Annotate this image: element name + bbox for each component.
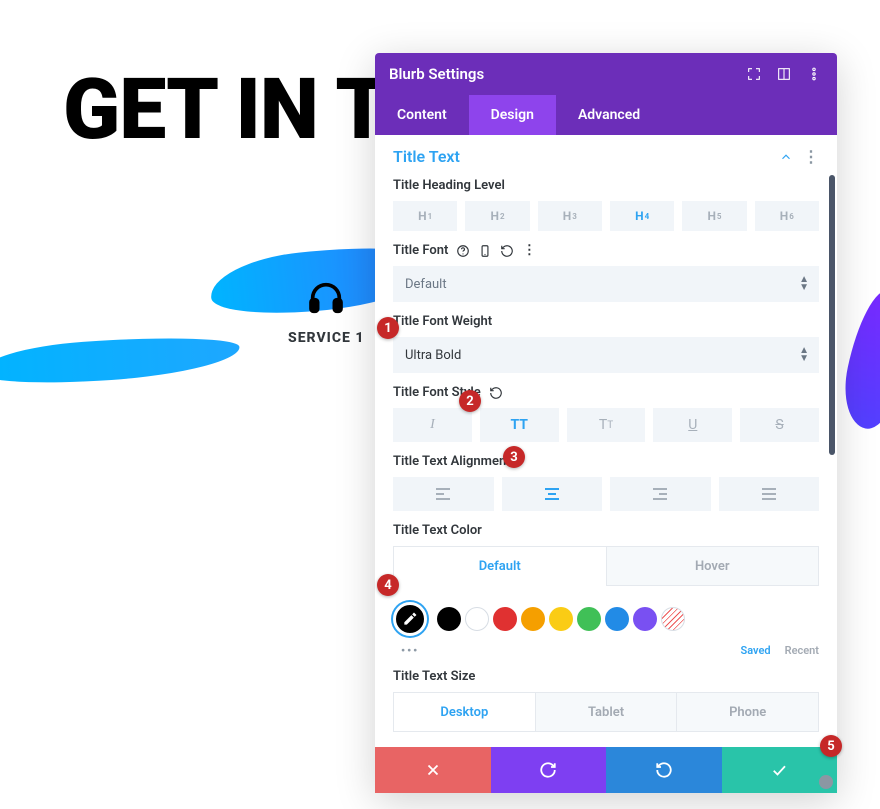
alignment-row [393, 477, 819, 511]
size-tab-desktop[interactable]: Desktop [393, 692, 536, 732]
reset-icon[interactable] [500, 244, 514, 258]
eyedropper-button[interactable] [393, 602, 427, 636]
annotation-3: 3 [503, 446, 525, 468]
uppercase-button[interactable]: TT [480, 408, 559, 442]
panel-title: Blurb Settings [389, 65, 484, 83]
italic-button[interactable]: I [393, 408, 472, 442]
size-device-tabs: Desktop Tablet Phone [393, 692, 819, 732]
size-label: Title Text Size [393, 669, 819, 684]
panel-footer [375, 747, 837, 793]
main-tabs: Content Design Advanced [375, 95, 837, 135]
blurb-title: SERVICE 1 [288, 330, 364, 346]
scrollbar[interactable] [829, 175, 835, 455]
tab-advanced[interactable]: Advanced [556, 95, 662, 135]
annotation-1: 1 [377, 317, 399, 339]
more-icon[interactable]: ⋮ [522, 244, 536, 258]
color-state-tabs: Default Hover [393, 546, 819, 586]
headphones-icon [306, 278, 346, 318]
section-title[interactable]: Title Text ⋮ [393, 147, 819, 166]
font-style-row: I TT TT U S [393, 408, 819, 442]
color-tab-default[interactable]: Default [393, 546, 606, 586]
sort-icon: ▲▼ [799, 276, 809, 292]
font-weight-label: Title Font Weight [393, 314, 819, 329]
font-label-text: Title Font [393, 243, 448, 258]
columns-icon[interactable] [775, 65, 793, 83]
decorative-wave [0, 331, 241, 389]
help-icon[interactable] [456, 244, 470, 258]
heading-h2[interactable]: H2 [465, 201, 529, 231]
strikethrough-button[interactable]: S [740, 408, 819, 442]
color-swatches [393, 602, 819, 636]
panel-body: Title Text ⋮ Title Heading Level H1 H2 H… [375, 135, 837, 747]
reset-icon[interactable] [489, 386, 503, 400]
saved-tab[interactable]: Saved [740, 644, 770, 657]
color-tab-hover[interactable]: Hover [606, 546, 820, 586]
align-center-button[interactable] [502, 477, 603, 511]
swatch-yellow[interactable] [549, 607, 573, 631]
resize-handle[interactable] [819, 775, 833, 789]
align-right-button[interactable] [610, 477, 711, 511]
size-tab-phone[interactable]: Phone [677, 692, 819, 732]
smallcaps-button[interactable]: TT [567, 408, 646, 442]
decorative-wave [836, 285, 880, 434]
align-left-button[interactable] [393, 477, 494, 511]
tab-design[interactable]: Design [469, 95, 556, 135]
font-weight-value: Ultra Bold [405, 348, 461, 363]
blurb-preview: SERVICE 1 [288, 278, 364, 354]
panel-header[interactable]: Blurb Settings [375, 53, 837, 95]
swatch-black[interactable] [437, 607, 461, 631]
swatch-orange[interactable] [521, 607, 545, 631]
align-justify-button[interactable] [719, 477, 820, 511]
tab-content[interactable]: Content [375, 95, 469, 135]
more-swatches-button[interactable]: ••• [401, 644, 419, 657]
annotation-4: 4 [377, 574, 399, 596]
undo-button[interactable] [491, 747, 607, 793]
swatch-red[interactable] [493, 607, 517, 631]
cancel-button[interactable] [375, 747, 491, 793]
heading-level-label: Title Heading Level [393, 178, 819, 193]
heading-h6[interactable]: H6 [755, 201, 819, 231]
font-weight-select[interactable]: Ultra Bold ▲▼ [393, 337, 819, 373]
heading-level-row: H1 H2 H3 H4 H5 H6 [393, 201, 819, 231]
heading-h1[interactable]: H1 [393, 201, 457, 231]
swatch-none[interactable] [661, 607, 685, 631]
size-tab-tablet[interactable]: Tablet [536, 692, 678, 732]
font-label: Title Font ⋮ [393, 243, 819, 258]
redo-button[interactable] [606, 747, 722, 793]
swatch-green[interactable] [577, 607, 601, 631]
annotation-2: 2 [459, 390, 481, 412]
swatch-purple[interactable] [633, 607, 657, 631]
responsive-icon[interactable] [478, 244, 492, 258]
swatch-blue[interactable] [605, 607, 629, 631]
swatch-white[interactable] [465, 607, 489, 631]
heading-h4[interactable]: H4 [610, 201, 674, 231]
recent-tab[interactable]: Recent [785, 644, 819, 657]
underline-button[interactable]: U [653, 408, 732, 442]
font-select-value: Default [405, 277, 447, 292]
chevron-up-icon[interactable] [779, 150, 793, 164]
color-label: Title Text Color [393, 523, 819, 538]
swatch-footer: ••• Saved Recent [401, 644, 819, 657]
heading-h5[interactable]: H5 [682, 201, 746, 231]
font-style-label: Title Font Style [393, 385, 819, 400]
more-icon[interactable]: ⋮ [803, 149, 819, 165]
settings-panel: Blurb Settings Content Design Advanced T… [375, 53, 837, 793]
section-title-text: Title Text [393, 147, 460, 166]
font-select[interactable]: Default ▲▼ [393, 266, 819, 302]
annotation-5: 5 [820, 735, 842, 757]
more-icon[interactable] [805, 65, 823, 83]
alignment-label: Title Text Alignment [393, 454, 819, 469]
sort-icon: ▲▼ [799, 347, 809, 363]
expand-icon[interactable] [745, 65, 763, 83]
heading-h3[interactable]: H3 [538, 201, 602, 231]
